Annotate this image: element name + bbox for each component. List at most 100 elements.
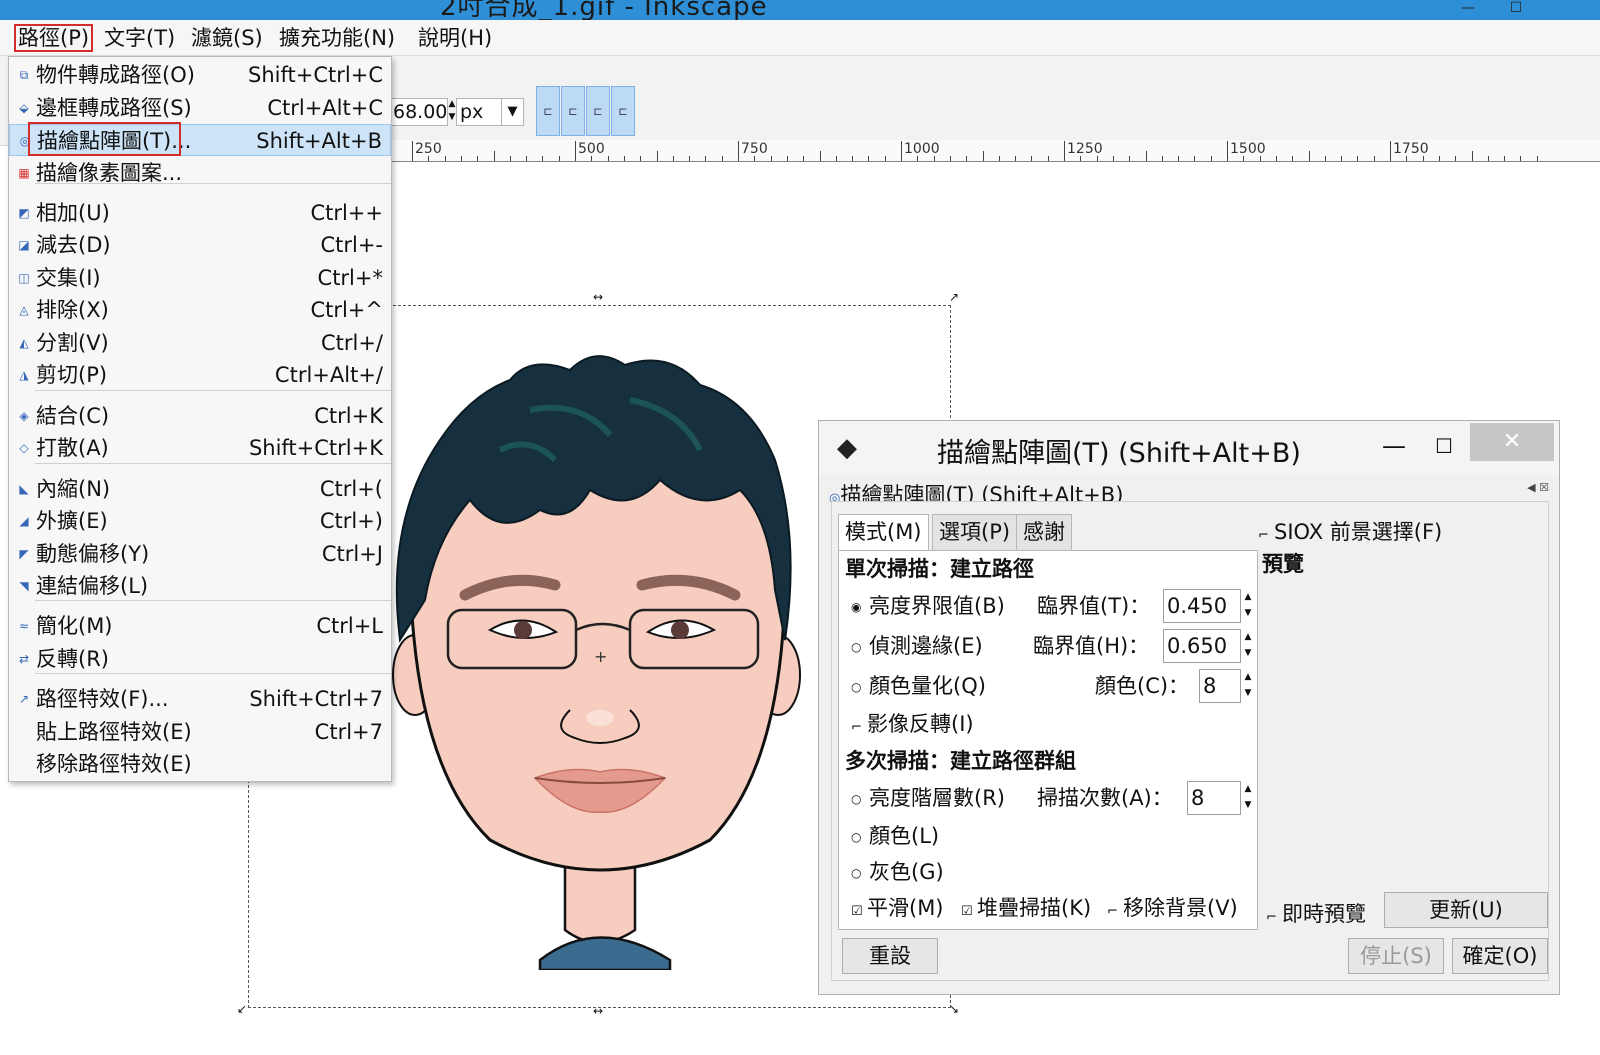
- multi-scan-header: 多次掃描：建立路徑群組: [845, 749, 1076, 773]
- ruler-tick: [884, 156, 886, 161]
- ruler-tick: [998, 156, 1000, 161]
- scans-input[interactable]: 8: [1187, 781, 1241, 815]
- tab-mode[interactable]: 模式(M): [838, 514, 929, 550]
- menu-item-division[interactable]: ◭ 分割(V) Ctrl+/: [9, 327, 391, 359]
- panel-dock-icons[interactable]: ◀ ☒: [1527, 481, 1549, 494]
- ruler-tick: [640, 156, 642, 161]
- right-pupil: [671, 621, 689, 639]
- menu-item-linked-offset[interactable]: ◥ 連結偏移(L): [9, 570, 391, 602]
- ruler-label: 1000: [904, 141, 940, 157]
- exclusion-icon: ◬: [19, 303, 29, 317]
- menu-text[interactable]: 文字(T): [102, 24, 177, 52]
- annotation-box: [28, 122, 181, 156]
- radio-edge-detection[interactable]: ○ 偵測邊緣(E): [851, 631, 983, 661]
- checkbox-remove-background[interactable]: ⌐ 移除背景(V): [1107, 893, 1238, 927]
- menu-extensions[interactable]: 擴充功能(N): [277, 24, 397, 52]
- update-button[interactable]: 更新(U): [1384, 892, 1548, 928]
- dialog-close-button[interactable]: ✕: [1470, 423, 1554, 461]
- menu-item-exclusion[interactable]: ◬ 排除(X) Ctrl+^: [9, 294, 391, 326]
- horizontal-ruler: 250 500 750 1000 1250 1500 1750: [392, 140, 1600, 162]
- menu-item-cut-path[interactable]: ◮ 剪切(P) Ctrl+Alt+/: [9, 359, 391, 391]
- menu-item-item-19[interactable]: 貼上路徑特效(E) Ctrl+7: [9, 716, 391, 748]
- menu-item-shortcut: Ctrl+-: [320, 233, 383, 257]
- menu-help[interactable]: 說明(H): [416, 24, 494, 52]
- menu-item-trace-pixel-art[interactable]: ▦ 描繪像素圖案...: [9, 157, 391, 189]
- menu-separator: [35, 600, 391, 601]
- rotate-handle-bottom-left[interactable]: ↙: [236, 1003, 248, 1015]
- preview-header: 預覽: [1262, 552, 1304, 576]
- ruler-tick: [852, 156, 854, 161]
- menu-item-union[interactable]: ◩ 相加(U) Ctrl++: [9, 197, 391, 229]
- menu-item-outset[interactable]: ◢ 外擴(E) Ctrl+): [9, 505, 391, 537]
- tab-credits[interactable]: 感謝: [1016, 514, 1072, 550]
- ruler-tick: [623, 156, 625, 161]
- ruler-tick: [868, 156, 870, 161]
- reset-button[interactable]: 重設: [842, 938, 938, 974]
- union-icon: ◩: [18, 206, 30, 220]
- radio-empty-icon: ○: [851, 792, 862, 806]
- menu-bar: 路徑(P) 文字(T) 濾鏡(S) 擴充功能(N) 說明(H): [0, 20, 1600, 56]
- transform-gradient-icon[interactable]: ⊏: [586, 86, 610, 136]
- dialog-minimize-button[interactable]: —: [1374, 429, 1414, 463]
- menu-item-break-apart[interactable]: ◇ 打散(A) Shift+Ctrl+K: [9, 432, 391, 464]
- ok-button[interactable]: 確定(O): [1452, 938, 1548, 974]
- colors-input[interactable]: 8: [1199, 669, 1241, 703]
- radio-brightness-cutoff[interactable]: ◉ 亮度界限值(B): [851, 591, 1005, 621]
- threshold-t-spinner[interactable]: ▲ ▼: [1242, 589, 1254, 623]
- menu-item-shortcut: Ctrl++: [310, 201, 383, 225]
- ruler-tick: [738, 141, 739, 161]
- menu-item-inset[interactable]: ◣ 內縮(N) Ctrl+(: [9, 473, 391, 505]
- menu-item-trace-bitmap[interactable]: ◎ 描繪點陣圖(T)... Shift+Alt+B: [9, 122, 391, 156]
- radio-color-quantization[interactable]: ○ 顏色量化(Q): [851, 671, 986, 701]
- ruler-tick: [835, 156, 837, 161]
- inset-icon: ◣: [19, 482, 29, 496]
- rotate-handle-bottom-right[interactable]: ↘: [948, 1003, 960, 1015]
- checkbox-invert-image[interactable]: ⌐ 影像反轉(I): [851, 709, 974, 743]
- threshold-h-spinner[interactable]: ▲ ▼: [1242, 629, 1254, 663]
- menu-item-shortcut: Ctrl+Alt+C: [267, 96, 383, 120]
- dialog-maximize-button[interactable]: ☐: [1424, 429, 1464, 463]
- minimize-button[interactable]: —: [1448, 0, 1488, 20]
- stop-button[interactable]: 停止(S): [1348, 938, 1444, 974]
- radio-grays[interactable]: ○ 灰色(G): [851, 857, 944, 887]
- menu-item-intersection[interactable]: ◫ 交集(I) Ctrl+*: [9, 262, 391, 294]
- menu-item-object-to-path[interactable]: ⧉ 物件轉成路徑(O) Shift+Ctrl+C: [9, 59, 391, 91]
- scale-handle-top[interactable]: ↔: [592, 291, 604, 303]
- ruler-tick: [705, 156, 707, 161]
- width-field[interactable]: 68.00: [390, 98, 448, 126]
- rotate-handle-top-right[interactable]: ↗: [948, 291, 960, 303]
- menu-item-path-effects[interactable]: ↗ 路徑特效(F)... Shift+Ctrl+7: [9, 683, 391, 715]
- menu-filters[interactable]: 濾鏡(S): [189, 24, 265, 52]
- checkbox-siox[interactable]: ⌐ SIOX 前景選擇(F): [1258, 516, 1442, 546]
- menu-item-dynamic-offset[interactable]: ◤ 動態偏移(Y) Ctrl+J: [9, 538, 391, 570]
- face-illustration[interactable]: +: [380, 340, 820, 970]
- menu-item-combine[interactable]: ◈ 結合(C) Ctrl+K: [9, 400, 391, 432]
- tab-options[interactable]: 選項(P): [932, 514, 1018, 550]
- menu-item-label: 交集(I): [36, 266, 101, 290]
- scale-handle-bottom[interactable]: ↔: [592, 1005, 604, 1017]
- threshold-t-input[interactable]: 0.450: [1163, 589, 1241, 623]
- menu-item-label: 內縮(N): [36, 477, 111, 501]
- menu-path[interactable]: 路徑(P): [14, 24, 94, 52]
- ruler-tick: [966, 156, 968, 161]
- colors-spinner[interactable]: ▲ ▼: [1242, 669, 1254, 703]
- transform-corners-icon[interactable]: ⊏: [561, 86, 585, 136]
- transform-pattern-icon[interactable]: ⊏: [611, 86, 635, 136]
- menu-item-simplify[interactable]: ≈ 簡化(M) Ctrl+L: [9, 610, 391, 642]
- checkbox-live-preview[interactable]: ⌐ 即時預覽: [1266, 898, 1366, 928]
- menu-item-difference[interactable]: ◪ 減去(D) Ctrl+-: [9, 229, 391, 261]
- transform-stroke-icon[interactable]: ⊏: [536, 86, 560, 136]
- unit-select[interactable]: px ▼: [456, 98, 524, 126]
- mode-tab-body: 單次掃描：建立路徑 ◉ 亮度界限值(B) 臨界值(T)： 0.450 ▲ ▼ ○ 偵測…: [838, 550, 1258, 930]
- menu-item-item-20[interactable]: 移除路徑特效(E): [9, 748, 391, 780]
- reverse-icon: ⇄: [18, 652, 30, 666]
- radio-brightness-steps[interactable]: ○ 亮度階層數(R): [851, 783, 1005, 813]
- menu-item-reverse[interactable]: ⇄ 反轉(R): [9, 643, 391, 675]
- radio-color[interactable]: ○ 顏色(L): [851, 821, 939, 851]
- checkbox-stack-scans[interactable]: ☑ 堆疊掃描(K): [961, 893, 1091, 927]
- checkbox-smooth[interactable]: ☑ 平滑(M): [851, 893, 944, 927]
- scans-spinner[interactable]: ▲ ▼: [1242, 781, 1254, 815]
- maximize-button[interactable]: ☐: [1496, 0, 1536, 20]
- menu-item-stroke-to-path[interactable]: ⬙ 邊框轉成路徑(S) Ctrl+Alt+C: [9, 92, 391, 124]
- threshold-h-input[interactable]: 0.650: [1163, 629, 1241, 663]
